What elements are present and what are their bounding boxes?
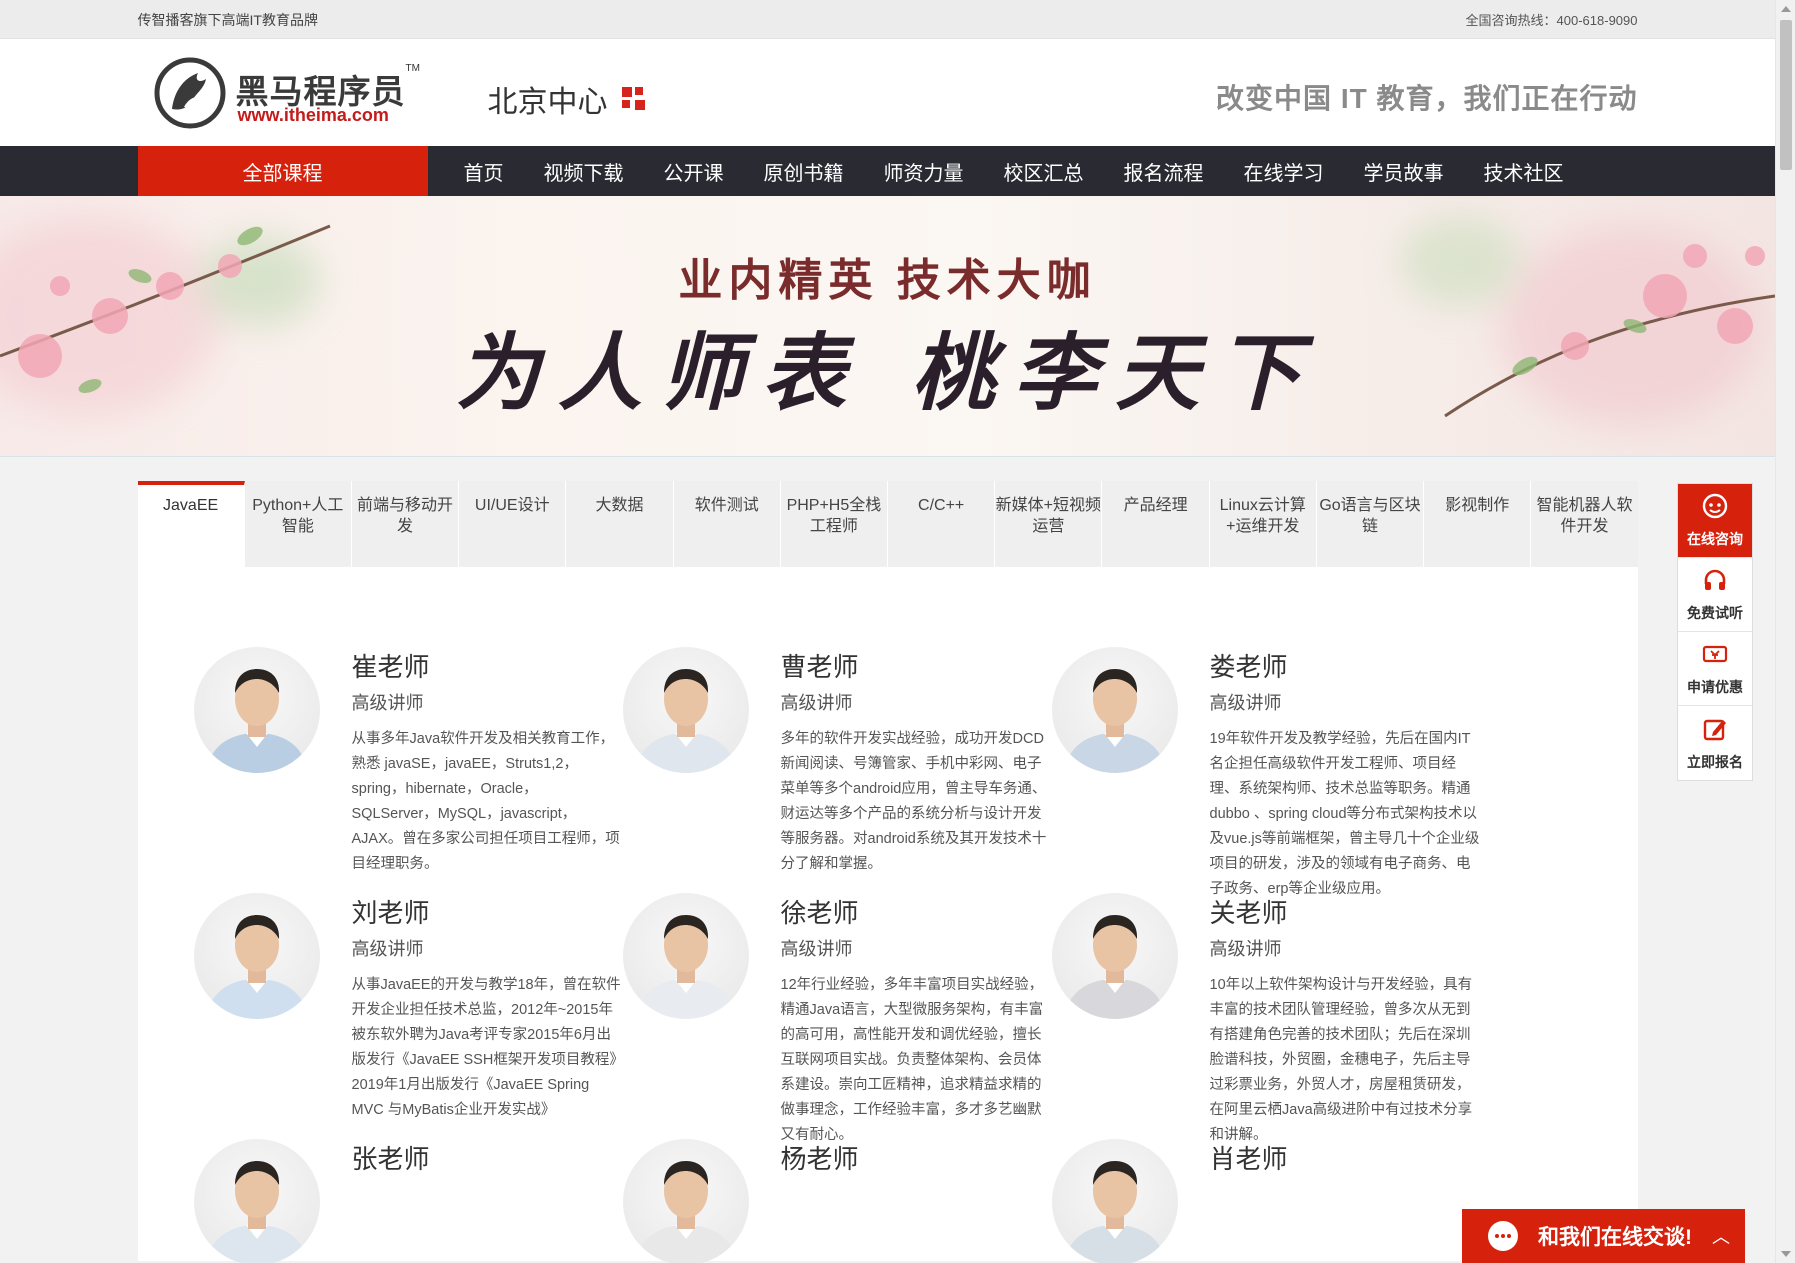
chat-label: 和我们在线交谈! xyxy=(1538,1226,1692,1249)
top-slogan: 传智播客旗下高端IT教育品牌 xyxy=(137,12,318,28)
campus-switch-icon[interactable] xyxy=(621,87,646,111)
teacher-desc: 19年软件开发及教学经验，先后在国内IT名企担任高级软件开发工程师、项目经理、系… xyxy=(1209,731,1480,897)
teacher-name: 崔老师 xyxy=(351,652,430,682)
page: 传智播客旗下高端IT教育品牌 全国咨询热线：400-618-9090 黑马程序员… xyxy=(0,0,1775,1263)
teacher-avatar xyxy=(193,893,320,1019)
nav-link[interactable]: 学员故事 xyxy=(1364,157,1444,186)
course-tab[interactable]: PHP+H5全栈工程师 xyxy=(781,481,889,567)
teacher-name: 曹老师 xyxy=(780,652,859,682)
nav-link[interactable]: 技术社区 xyxy=(1484,157,1564,186)
nav-link[interactable]: 在线学习 xyxy=(1244,157,1324,186)
teacher-avatar xyxy=(193,647,320,773)
side-menu-item[interactable]: 申请优惠 xyxy=(1678,632,1752,706)
ticket-icon xyxy=(1701,640,1729,677)
course-tab[interactable]: 新媒体+短视频运营 xyxy=(995,481,1103,567)
teacher-title: 高级讲师 xyxy=(780,693,853,713)
teacher-name: 肖老师 xyxy=(1209,1144,1288,1174)
teacher-name: 刘老师 xyxy=(351,898,430,928)
teacher-avatar xyxy=(193,1139,320,1263)
course-tab[interactable]: JavaEE xyxy=(137,481,245,567)
teacher-desc: 从事多年Java软件开发及相关教育工作，熟悉 javaSE，javaEE，Str… xyxy=(351,731,620,872)
teacher-avatar xyxy=(622,1139,749,1263)
nav-link[interactable]: 校区汇总 xyxy=(1004,157,1084,186)
teacher-name: 张老师 xyxy=(351,1144,430,1174)
hero-banner: 业内精英 技术大咖 为人师表 桃李天下 xyxy=(0,196,1775,457)
teacher-title: 高级讲师 xyxy=(780,939,853,959)
logo-url: www.itheima.com xyxy=(237,105,389,125)
scrollbar-thumb[interactable] xyxy=(1780,20,1792,170)
nav-link[interactable]: 原创书籍 xyxy=(764,157,844,186)
online-chat-bar[interactable]: 和我们在线交谈! ︿ xyxy=(1462,1209,1745,1263)
scroll-up-icon[interactable] xyxy=(1781,6,1791,12)
course-tab[interactable]: Python+人工智能 xyxy=(245,481,352,567)
main-nav: 全部课程 首页 视频下载 公开课 原创书籍 师资力量 校区汇总 报名流程 在线学习 学员故事 技术… xyxy=(0,146,1775,196)
side-menu-item[interactable]: 免费试听 xyxy=(1678,558,1752,632)
teacher-desc: 多年的软件开发实战经验，成功开发DCD新闻阅读、号簿管家、手机中彩网、电子菜单等… xyxy=(780,731,1047,872)
course-tab[interactable]: Linux云计算+运维开发 xyxy=(1210,481,1317,567)
teacher-title: 高级讲师 xyxy=(351,693,424,713)
nav-link[interactable]: 首页 xyxy=(464,157,504,186)
side-menu-item[interactable]: 在线咨询 xyxy=(1678,484,1752,558)
side-menu-item[interactable]: 立即报名 xyxy=(1678,706,1752,780)
edit-icon xyxy=(1701,715,1729,752)
teacher-name: 娄老师 xyxy=(1209,652,1288,682)
course-tabs: JavaEE Python+人工智能 前端与移动开发 UI/UE设计 大数据 软件测试 PH… xyxy=(137,481,1638,567)
logo-trademark: TM xyxy=(405,63,420,74)
banner-headline: 业内精英 技术大咖 xyxy=(678,256,1097,305)
chevron-up-icon[interactable]: ︿ xyxy=(1712,1223,1730,1249)
top-bar: 传智播客旗下高端IT教育品牌 全国咨询热线：400-618-9090 xyxy=(0,0,1775,39)
nav-link[interactable]: 视频下载 xyxy=(544,157,624,186)
side-menu-label: 立即报名 xyxy=(1687,753,1743,770)
teacher-avatar xyxy=(1051,1139,1178,1263)
nav-link[interactable]: 师资力量 xyxy=(884,157,964,186)
header-tagline: 改变中国 IT 教育，我们正在行动 xyxy=(1216,83,1638,114)
teacher-avatar xyxy=(1051,647,1178,773)
logo[interactable]: 黑马程序员 TM www.itheima.com xyxy=(154,57,420,129)
side-menu-label: 在线咨询 xyxy=(1687,531,1743,547)
side-menu-label: 免费试听 xyxy=(1687,605,1743,621)
teacher-desc: 从事JavaEE的开发与教学18年，曾在软件开发企业担任技术总监，2012年~2… xyxy=(351,977,621,1118)
teacher-name: 徐老师 xyxy=(780,898,859,928)
course-tab[interactable]: Go语言与区块链 xyxy=(1317,481,1425,567)
course-tab[interactable]: 大数据 xyxy=(566,481,674,567)
scroll-down-icon[interactable] xyxy=(1781,1251,1791,1257)
side-float-menu: 在线咨询免费试听申请优惠立即报名 xyxy=(1677,483,1753,781)
teacher-desc: 10年以上软件架构设计与开发经验，具有丰富的技术团队管理经验，曾多次从无到有搭建… xyxy=(1209,977,1473,1143)
nav-link[interactable]: 报名流程 xyxy=(1124,157,1204,186)
teacher-name: 杨老师 xyxy=(780,1144,859,1174)
teacher-title: 高级讲师 xyxy=(1209,693,1282,713)
campus-name: 北京中心 xyxy=(487,86,608,119)
horse-logo-icon xyxy=(154,57,225,129)
nav-links: 首页 视频下载 公开课 原创书籍 师资力量 校区汇总 报名流程 在线学习 学员故事 技术社区 xyxy=(464,157,1604,186)
teachers-section: JavaEE Python+人工智能 前端与移动开发 UI/UE设计 大数据 软件测试 PH… xyxy=(137,481,1638,1263)
nav-link[interactable]: 公开课 xyxy=(664,157,724,186)
course-tab[interactable]: UI/UE设计 xyxy=(459,481,567,567)
banner-calligraphy: 为人师表 桃李天下 xyxy=(455,323,1320,422)
course-tab[interactable]: 智能机器人软件开发 xyxy=(1531,481,1637,567)
course-tab[interactable]: 影视制作 xyxy=(1424,481,1532,567)
service-icon xyxy=(1701,492,1729,529)
teacher-title: 高级讲师 xyxy=(351,939,424,959)
hotline: 全国咨询热线：400-618-9090 xyxy=(1465,13,1638,28)
course-tab[interactable]: 软件测试 xyxy=(674,481,781,567)
side-menu-label: 申请优惠 xyxy=(1687,679,1743,695)
teacher-avatar xyxy=(1051,893,1178,1019)
all-courses-button[interactable]: 全部课程 xyxy=(137,146,428,196)
course-tab[interactable]: 产品经理 xyxy=(1102,481,1210,567)
teacher-title: 高级讲师 xyxy=(1209,939,1282,959)
headphones-icon xyxy=(1701,566,1729,603)
teacher-desc: 12年行业经验，多年丰富项目实战经验，精通Java语言，大型微服务架构，有丰富的… xyxy=(780,977,1044,1143)
header: 黑马程序员 TM www.itheima.com 北京中心 改变中国 IT 教育… xyxy=(0,39,1775,146)
chat-bubble-icon xyxy=(1488,1221,1518,1251)
teacher-name: 关老师 xyxy=(1209,898,1288,928)
teacher-avatar xyxy=(622,647,749,773)
course-tab[interactable]: C/C++ xyxy=(888,481,996,567)
course-tab[interactable]: 前端与移动开发 xyxy=(352,481,460,567)
page-scrollbar[interactable] xyxy=(1775,0,1795,1263)
teacher-avatar xyxy=(622,893,749,1019)
